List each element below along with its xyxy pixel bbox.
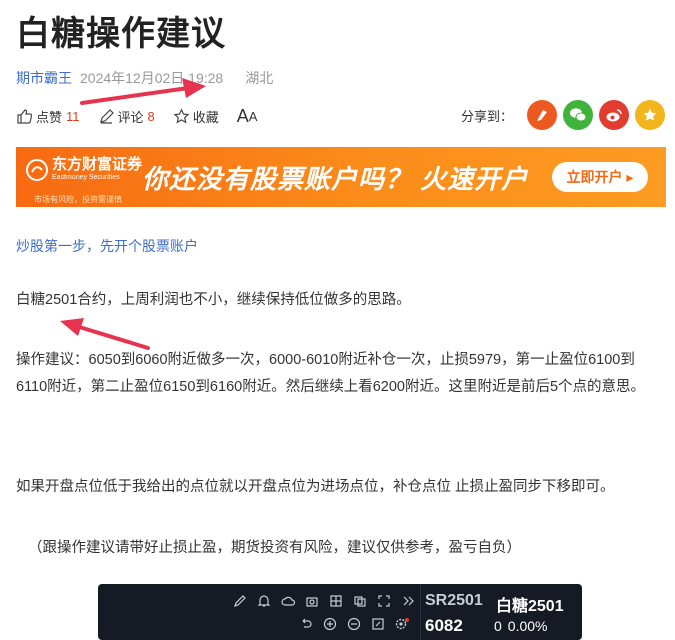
quote-change-pct: 0.00% [507, 618, 548, 634]
annotation-arrow-advice [60, 318, 150, 350]
favorite-button[interactable]: 收藏 [173, 107, 219, 126]
action-bar: 点赞 11 评论 8 收藏 AA [16, 104, 275, 128]
paragraph-disclaimer: （跟操作建议请带好止损止盈，期货投资有风险，建议仅供参考，盈亏自负） [28, 540, 521, 556]
widget-divider [420, 584, 421, 640]
quote-change-value: 0 [494, 618, 502, 634]
share-label: 分享到： [460, 108, 513, 124]
draw-pencil-icon[interactable] [232, 593, 248, 609]
flag-icon [537, 110, 547, 121]
publish-datetime: 2024年12月02日 19:28 [80, 70, 224, 86]
zoom-in-icon[interactable] [322, 616, 338, 632]
share-qzone-button[interactable] [635, 100, 665, 130]
quote-symbol: SR2501 [425, 592, 483, 609]
fullscreen-icon[interactable] [376, 593, 392, 609]
article-title: 白糖操作建议 [16, 15, 226, 53]
zoom-out-icon[interactable] [346, 616, 362, 632]
font-size-small-a: A [248, 108, 258, 124]
comment-button[interactable]: 评论 8 [98, 107, 155, 126]
quote-widget: SR2501 白糖2501 6082 0 0.00% [98, 584, 582, 640]
region-label: 湖北 [245, 70, 274, 86]
open-account-link[interactable]: 炒股第一步，先开个股票账户 [16, 236, 198, 256]
star-outline-icon [173, 107, 190, 123]
paragraph-1: 白糖2501合约，上周利润也不小，继续保持低位做多的思路。 [16, 292, 411, 308]
share-bar: 分享到： [461, 100, 665, 130]
brand-name-cn: 东方财富证券 [52, 156, 143, 173]
like-count: 11 [66, 108, 80, 124]
qzone-star-icon [643, 108, 657, 121]
font-size-large-a: A [236, 105, 249, 126]
like-button[interactable]: 点赞 11 [16, 107, 80, 126]
share-flag-button[interactable] [527, 100, 557, 130]
eastmoney-logo: 东方财富证券 Eastmoney Securities [26, 157, 142, 182]
comment-label: 评论 [117, 109, 144, 125]
banner-slogan: 你还没有股票账户吗？ 火速开户 [142, 164, 529, 194]
quote-name: 白糖2501 [496, 598, 564, 615]
like-label: 点赞 [36, 109, 63, 125]
article-meta: 期市霸王 2024年12月02日 19:28 湖北 [16, 68, 273, 88]
settings-gear-icon[interactable] [394, 616, 410, 632]
comment-count: 8 [147, 108, 155, 124]
risk-note: 市场有风险，投资需谨慎 [34, 195, 122, 204]
undo-icon[interactable] [298, 616, 314, 632]
paragraph-3: 如果开盘点位低于我给出的点位就以开盘点位为进场点位，补仓点位 止损止盈同步下移即… [16, 479, 615, 495]
brand-name-en: Eastmoney Securities [52, 174, 120, 181]
share-wechat-button[interactable] [563, 100, 593, 130]
open-account-button[interactable]: 立即开户 ▸ [552, 162, 648, 192]
quote-price: 6082 [425, 616, 463, 635]
chart-settings-icon[interactable] [370, 616, 386, 632]
edit-pencil-icon [99, 108, 114, 124]
author-link[interactable]: 期市霸王 [16, 68, 72, 88]
wechat-icon [570, 108, 587, 122]
font-size-button[interactable]: AA [237, 106, 258, 127]
weibo-icon [606, 109, 622, 122]
open-account-banner[interactable]: 东方财富证券 Eastmoney Securities 市场有风险，投资需谨慎 … [16, 147, 666, 207]
alert-bell-icon[interactable] [256, 593, 272, 609]
quote-change: 0 0.00% [494, 618, 548, 634]
collapse-chevron-icon[interactable] [400, 593, 416, 609]
camera-icon[interactable] [304, 593, 320, 609]
paragraph-operation-advice: 操作建议：6050到6060附近做多一次，6000-6010附近补仓一次，止损5… [16, 352, 646, 395]
thumbs-up-icon [17, 108, 33, 124]
chart-toolbar [98, 584, 420, 640]
compare-icon[interactable] [352, 593, 368, 609]
layout-icon[interactable] [328, 593, 344, 609]
eastmoney-logo-icon [26, 158, 48, 181]
favorite-label: 收藏 [192, 109, 219, 125]
share-weibo-button[interactable] [599, 100, 629, 130]
cloud-save-icon[interactable] [280, 593, 296, 609]
